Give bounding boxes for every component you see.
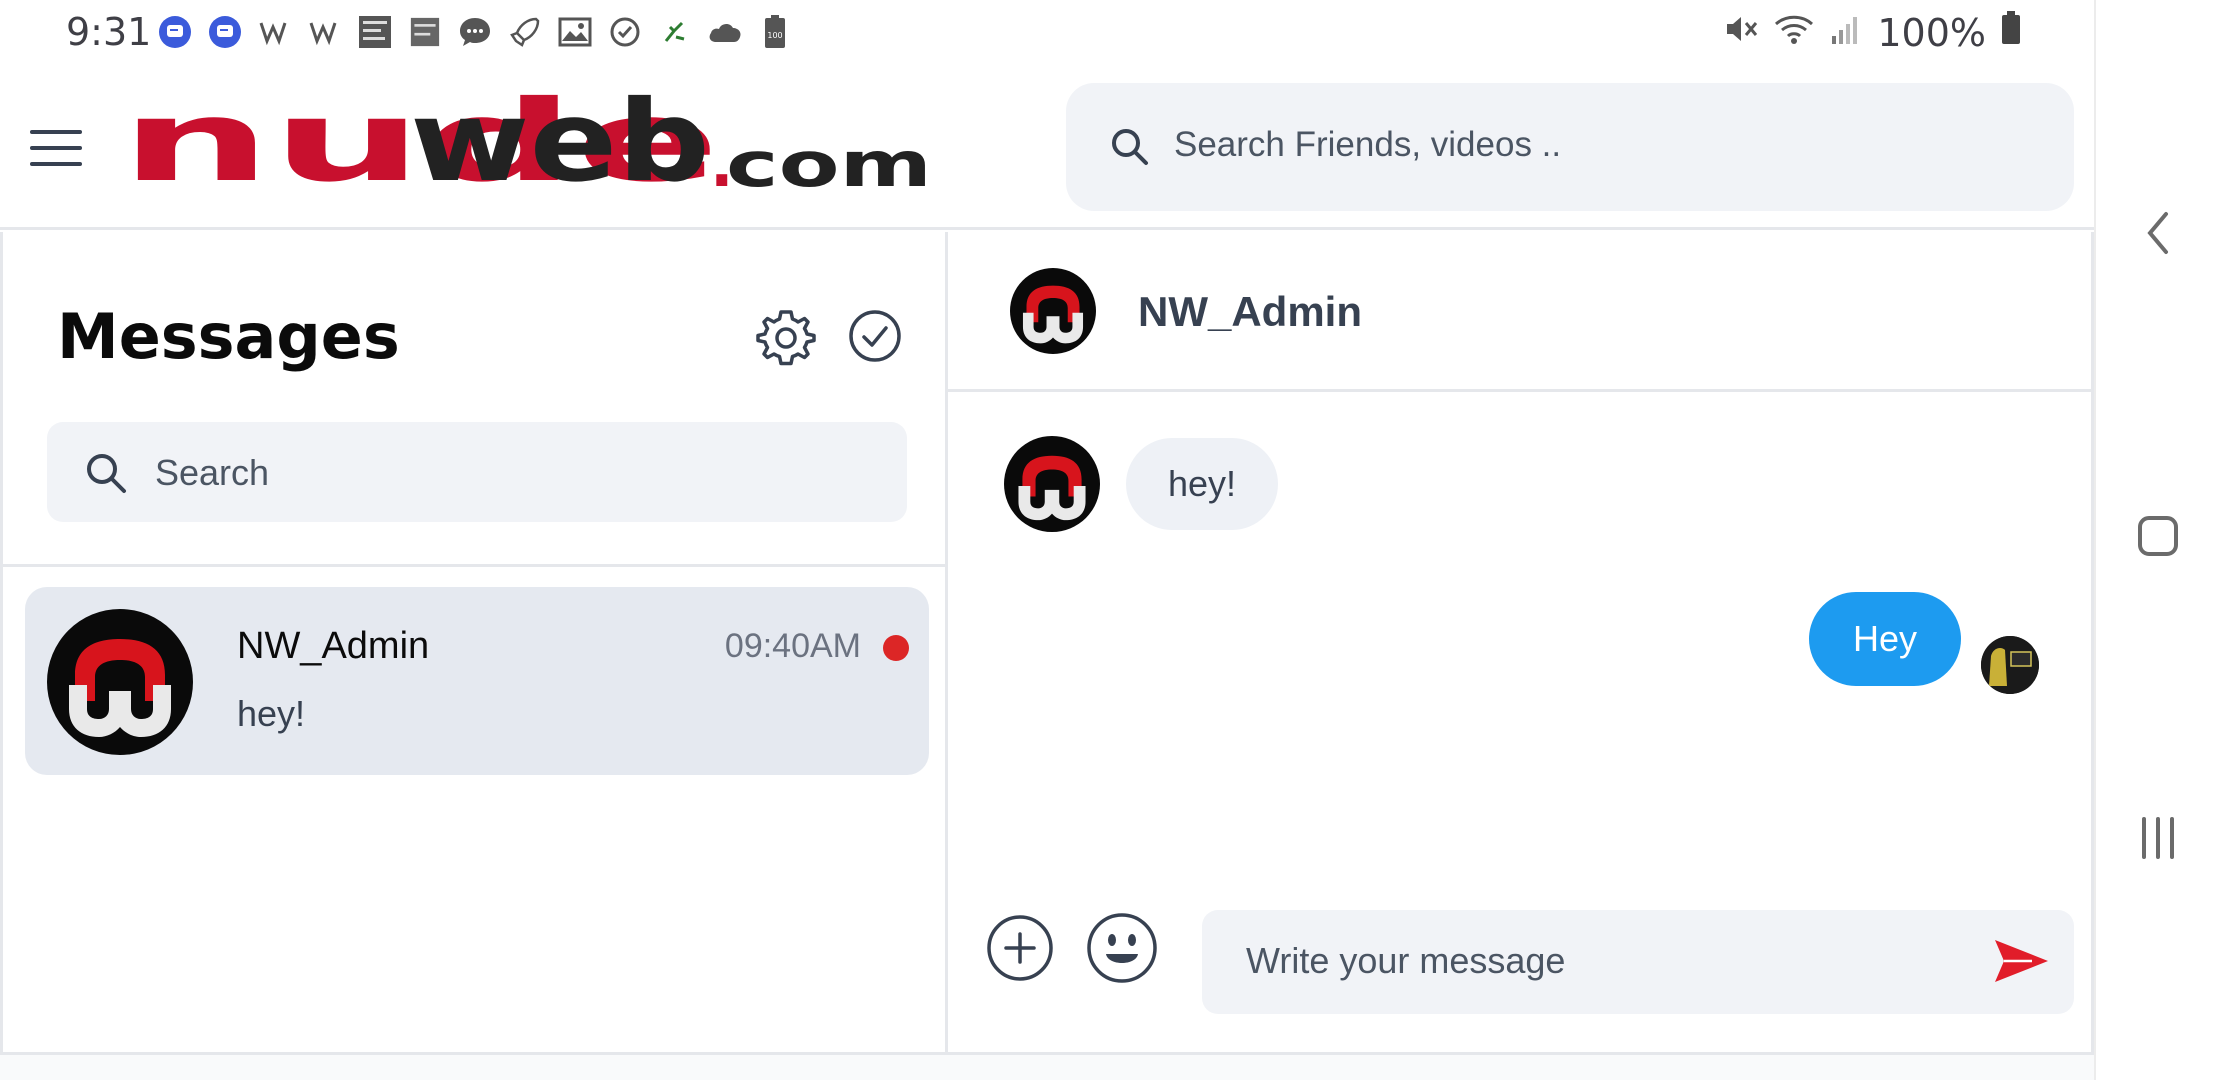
- cloud-icon: [706, 13, 744, 51]
- message-input[interactable]: Write your message: [1202, 910, 2074, 1014]
- wifi-icon: [1773, 11, 1815, 55]
- menu-icon[interactable]: [30, 130, 82, 166]
- outgoing-message: Hey: [1808, 592, 1961, 686]
- image-icon: [556, 13, 594, 51]
- search-icon: [1112, 129, 1148, 165]
- logo-image: nude web . com: [120, 77, 932, 207]
- add-attachment-button[interactable]: [986, 914, 1054, 982]
- bottom-border: [0, 1052, 2094, 1080]
- divider: [3, 564, 948, 567]
- my-avatar: [1981, 636, 2039, 694]
- dots-icon: [656, 13, 694, 51]
- recent-apps-button[interactable]: [2128, 808, 2188, 868]
- battery-icon: [2000, 10, 2022, 55]
- conversation-preview: hey!: [237, 693, 306, 734]
- contact-avatar[interactable]: [1010, 268, 1096, 354]
- conversation-search-input[interactable]: Search: [47, 422, 907, 522]
- walmart-icon: [306, 13, 344, 51]
- contact-name[interactable]: NW_Admin: [1138, 288, 1362, 336]
- svg-text:web: web: [410, 94, 710, 204]
- app-header: nude web . com Search Friends, videos ..: [0, 64, 2094, 230]
- conversation-name: NW_Admin: [237, 625, 430, 667]
- messages-pane: Messages Search NW_Admin 09:40AM hey!: [0, 232, 948, 1052]
- mute-icon: [1723, 11, 1759, 55]
- weather-channel-icon: [356, 13, 394, 51]
- svg-text:100: 100: [767, 31, 782, 40]
- mark-all-read-icon[interactable]: [847, 308, 903, 364]
- search-icon: [87, 454, 126, 493]
- chat-header: NW_Admin: [948, 232, 2091, 392]
- back-button[interactable]: [2128, 203, 2188, 263]
- send-button[interactable]: [1992, 936, 2050, 986]
- chat-pane: NW_Admin hey! Hey Write your message: [948, 232, 2094, 1052]
- emoji-button[interactable]: [1086, 912, 1158, 984]
- signal-icon: [1829, 11, 1863, 55]
- status-time: 9:31: [66, 10, 152, 54]
- rocket-icon: [506, 13, 544, 51]
- conversation-item[interactable]: NW_Admin 09:40AM hey!: [25, 587, 929, 775]
- svg-text:com: com: [726, 128, 932, 201]
- battery-percent: 100%: [1877, 10, 1986, 55]
- system-navigation: [2094, 0, 2220, 1080]
- messages-icon: [206, 13, 244, 51]
- walmart-icon: [256, 13, 294, 51]
- message-input-placeholder: Write your message: [1246, 940, 1566, 981]
- gear-icon[interactable]: [755, 306, 817, 368]
- avatar: [47, 609, 193, 755]
- battery-100-icon: 100: [756, 13, 794, 51]
- conversation-search-placeholder: Search: [155, 452, 270, 493]
- home-button[interactable]: [2128, 506, 2188, 566]
- sender-avatar: [1004, 436, 1100, 532]
- weather-channel-icon: [406, 13, 444, 51]
- chat-icon: [456, 13, 494, 51]
- status-right: 100%: [1723, 10, 2022, 55]
- status-bar: 9:31 100 100%: [0, 0, 2094, 64]
- unread-indicator: [883, 635, 909, 661]
- check-icon: [606, 13, 644, 51]
- conversation-time: 09:40AM: [724, 627, 861, 665]
- incoming-message: hey!: [1126, 438, 1279, 530]
- messages-icon: [156, 13, 194, 51]
- header-search-input[interactable]: Search Friends, videos ..: [1066, 83, 2074, 211]
- notification-icons: 100: [156, 12, 794, 52]
- site-logo[interactable]: nude web . com: [120, 77, 940, 207]
- messages-title: Messages: [57, 300, 400, 373]
- header-search-placeholder: Search Friends, videos ..: [1174, 125, 1562, 164]
